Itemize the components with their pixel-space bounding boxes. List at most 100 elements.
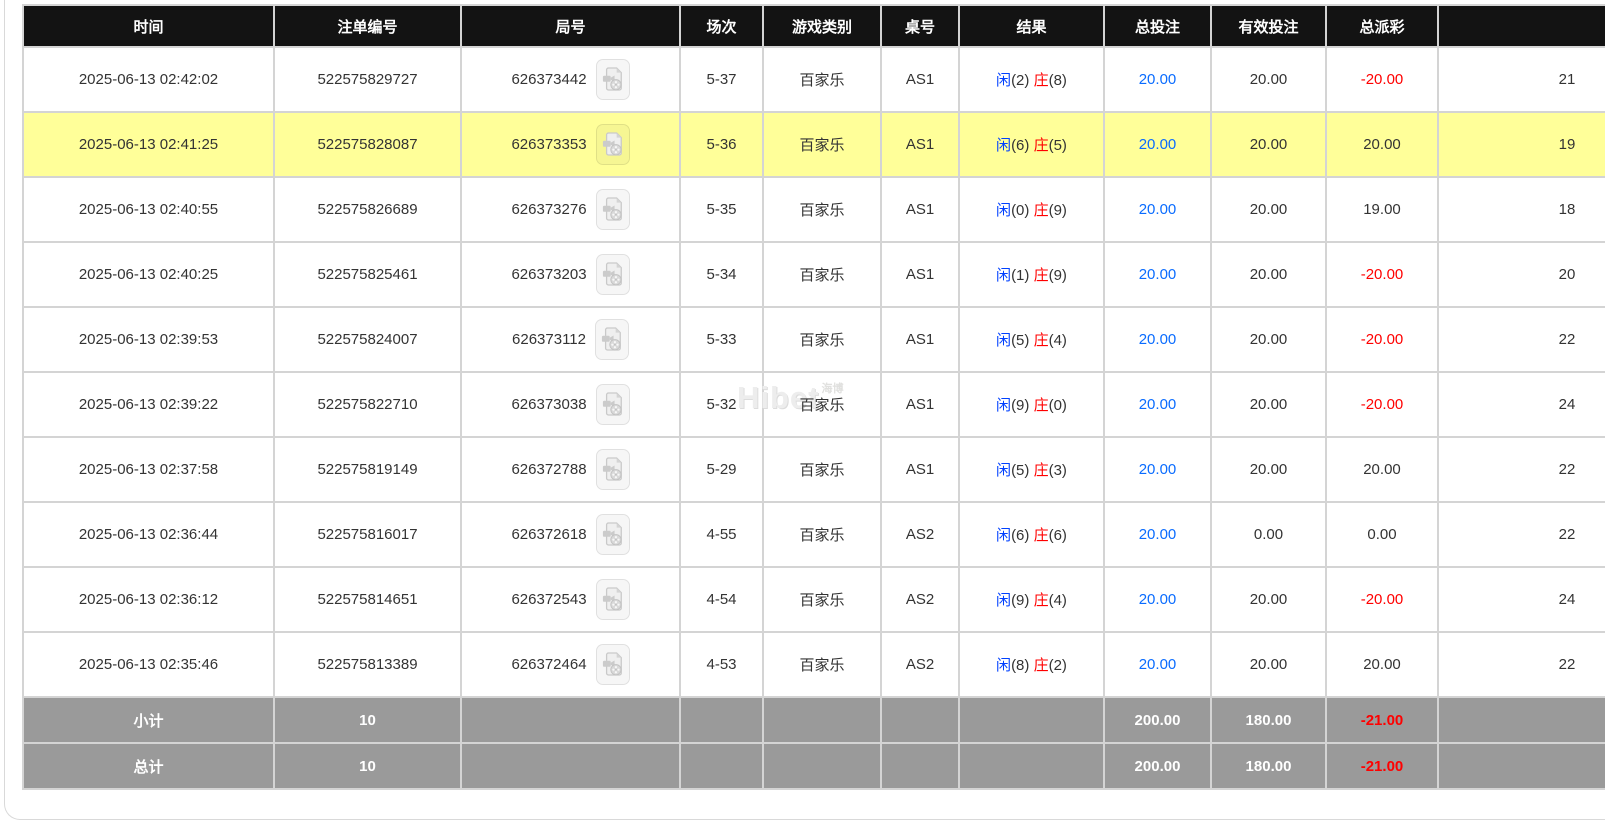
footer-valid-bet-value: 180.00 — [1245, 757, 1292, 775]
video-replay-button[interactable] — [594, 319, 629, 360]
header-cell-session: 场次 — [679, 4, 764, 48]
cell-balance: 20 — [1437, 241, 1605, 308]
total-bet-link[interactable]: 20.00 — [1139, 591, 1177, 608]
video-replay-button[interactable] — [595, 579, 630, 620]
footer-valid-bet-value: 180.00 — [1245, 711, 1292, 729]
video-replay-button[interactable] — [595, 449, 630, 490]
game-type-value: 百家乐 — [799, 462, 845, 479]
footer-label-value: 总计 — [133, 758, 164, 776]
cell-result: 闲(0) 庄(9) — [958, 176, 1105, 243]
cell-table-no: AS2 — [880, 631, 960, 698]
cell-valid-bet: 20.00 — [1210, 306, 1327, 373]
total-bet-link[interactable]: 20.00 — [1139, 331, 1177, 348]
table-row[interactable]: 2025-06-13 02:36:12 522575814651 626372543… — [22, 566, 1605, 633]
cell-total-bet: 20.00 — [1103, 306, 1212, 373]
video-replay-button[interactable] — [595, 189, 630, 230]
result-player-score: (9) — [1011, 592, 1030, 609]
result-player-score: (1) — [1011, 267, 1030, 284]
cell-table-no: AS1 — [880, 241, 960, 308]
cell-table-no: AS1 — [880, 176, 960, 243]
total-bet-link[interactable]: 20.00 — [1139, 656, 1177, 673]
result-player-score: (6) — [1011, 527, 1030, 544]
cell-time: 2025-06-13 02:36:44 — [22, 501, 275, 568]
cell-valid-bet: 20.00 — [1210, 241, 1327, 308]
cell-round-id: 626373038 — [460, 371, 681, 438]
total-bet-link[interactable]: 20.00 — [1139, 201, 1177, 218]
payout-value: 20.00 — [1363, 461, 1401, 478]
header-row: 时间 注单编号 局号 场次 游戏类别 桌号 结果 总投注 有效投注 总派彩 — [22, 4, 1605, 48]
video-replay-button[interactable] — [595, 59, 630, 100]
video-replay-button[interactable] — [595, 514, 630, 555]
table-no-value: AS1 — [905, 201, 935, 218]
footer-count-value: 10 — [359, 711, 376, 729]
table-no-value: AS1 — [905, 461, 935, 478]
total-bet-link[interactable]: 20.00 — [1139, 461, 1177, 478]
cell-session: 5-34 — [679, 241, 764, 308]
cell-result: 闲(2) 庄(8) — [958, 46, 1105, 113]
session-value: 5-32 — [706, 396, 737, 413]
cell-table-no: AS2 — [880, 501, 960, 568]
total-bet-link[interactable]: 20.00 — [1139, 136, 1177, 153]
table-row[interactable]: 2025-06-13 02:37:58 522575819149 626372788… — [22, 436, 1605, 503]
video-replay-button[interactable] — [595, 124, 630, 165]
total-bet-link[interactable]: 20.00 — [1139, 71, 1177, 88]
cell-time: 2025-06-13 02:41:25 — [22, 111, 275, 178]
table-row[interactable]: 2025-06-13 02:39:22 522575822710 626373038… — [22, 371, 1605, 438]
table-row[interactable]: 2025-06-13 02:39:53 522575824007 626373112… — [22, 306, 1605, 373]
cell-total-bet: 20.00 — [1103, 46, 1212, 113]
table-row[interactable]: 2025-06-13 02:36:44 522575816017 626372618… — [22, 501, 1605, 568]
result-player-label: 闲 — [996, 202, 1012, 219]
video-replay-button[interactable] — [595, 644, 630, 685]
footer-empty-cell — [762, 742, 882, 790]
video-replay-button[interactable] — [595, 384, 630, 425]
cell-table-no: AS1 — [880, 371, 960, 438]
time-value: 2025-06-13 02:39:22 — [78, 396, 219, 413]
cell-valid-bet: 20.00 — [1210, 371, 1327, 438]
table-row[interactable]: 2025-06-13 02:42:02 522575829727 626373442… — [22, 46, 1605, 113]
table-row[interactable]: 2025-06-13 02:40:55 522575826689 626373276… — [22, 176, 1605, 243]
table-row[interactable]: 2025-06-13 02:40:25 522575825461 626373203… — [22, 241, 1605, 308]
table-row[interactable]: 2025-06-13 02:41:25 522575828087 626373353… — [22, 111, 1605, 178]
bet-id-value: 522575829727 — [317, 71, 418, 88]
video-replay-icon — [601, 327, 621, 351]
cell-total-bet: 20.00 — [1103, 241, 1212, 308]
result-banker-label: 庄 — [1033, 267, 1049, 284]
header-cell-valid_bet: 有效投注 — [1210, 4, 1327, 48]
cell-balance: 21 — [1437, 46, 1605, 113]
total-bet-link[interactable]: 20.00 — [1139, 526, 1177, 543]
cell-payout: 20.00 — [1325, 111, 1439, 178]
round-id-value: 626373112 — [512, 331, 586, 348]
cell-payout: 19.00 — [1325, 176, 1439, 243]
time-value: 2025-06-13 02:39:53 — [78, 331, 219, 348]
cell-total-bet: 20.00 — [1103, 436, 1212, 503]
cell-game-type: 百家乐 — [762, 306, 882, 373]
header-cell-payout: 总派彩 — [1325, 4, 1439, 48]
payout-value: 20.00 — [1363, 656, 1401, 673]
footer-empty-cell — [880, 742, 960, 790]
table-row[interactable]: 2025-06-13 02:35:46 522575813389 626372464… — [22, 631, 1605, 698]
valid-bet-value: 20.00 — [1249, 136, 1288, 153]
cell-payout: -20.00 — [1325, 46, 1439, 113]
cell-total-bet: 20.00 — [1103, 371, 1212, 438]
cell-total-bet: 20.00 — [1103, 501, 1212, 568]
cell-valid-bet: 20.00 — [1210, 111, 1327, 178]
payout-value: -20.00 — [1360, 331, 1404, 348]
cell-valid-bet: 20.00 — [1210, 631, 1327, 698]
valid-bet-value: 20.00 — [1249, 71, 1288, 88]
total-bet-link[interactable]: 20.00 — [1139, 396, 1177, 413]
cell-payout: -20.00 — [1325, 306, 1439, 373]
cell-table-no: AS2 — [880, 566, 960, 633]
cell-time: 2025-06-13 02:37:58 — [22, 436, 275, 503]
result-banker-score: (0) — [1048, 397, 1067, 414]
valid-bet-value: 20.00 — [1249, 201, 1288, 218]
table-body: 2025-06-13 02:42:02 522575829727 626373442… — [22, 46, 1605, 698]
footer-label: 总计 — [22, 742, 275, 790]
payout-value: -20.00 — [1360, 396, 1404, 413]
header-cell-balance — [1437, 4, 1605, 48]
video-replay-button[interactable] — [595, 254, 630, 295]
cell-bet-id: 522575826689 — [273, 176, 462, 243]
result-gap — [1029, 527, 1033, 544]
bet-id-value: 522575814651 — [317, 591, 418, 608]
total-bet-link[interactable]: 20.00 — [1139, 266, 1177, 283]
footer-count-value: 10 — [359, 757, 376, 775]
